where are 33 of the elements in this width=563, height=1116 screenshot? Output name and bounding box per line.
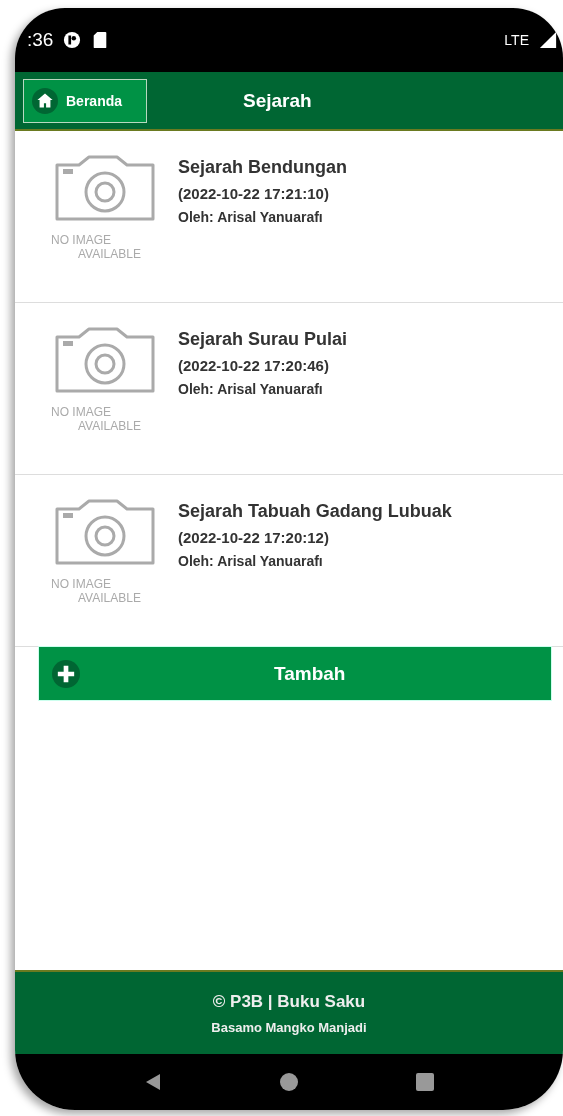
footer-copyright: © P3B | Buku Saku — [212, 991, 366, 1012]
item-author: Oleh: Arisal Yanuarafı — [178, 553, 324, 569]
no-image-label: AVAILABLE — [78, 419, 142, 433]
no-image-label: AVAILABLE — [78, 247, 142, 261]
no-image-label: NO IMAGE — [51, 233, 112, 247]
list-item[interactable]: NO IMAGE AVAILABLE Sejarah Bendungan (2022-10-22 17:21:10) Oleh: Arisal Yanuarafı — [15, 131, 563, 303]
item-date: (2022-10-22 17:20:12) — [178, 529, 330, 546]
status-time: :36 — [27, 29, 54, 51]
home-button[interactable]: Beranda — [23, 78, 147, 123]
camera-icon — [53, 499, 157, 567]
home-circle-icon[interactable] — [279, 1072, 299, 1092]
item-author: Oleh: Arisal Yanuarafı — [178, 381, 324, 397]
no-image-label: NO IMAGE — [51, 577, 112, 591]
item-title: Sejarah Tabuah Gadang Lubuak — [178, 501, 452, 522]
plus-icon — [52, 659, 80, 688]
item-title: Sejarah Surau Pulai — [178, 329, 348, 350]
item-title: Sejarah Bendungan — [178, 157, 348, 178]
item-date: (2022-10-22 17:21:10) — [178, 185, 330, 202]
home-icon — [32, 87, 58, 114]
notification-icon — [63, 31, 82, 49]
page-title: Sejarah — [243, 89, 312, 112]
item-author: Oleh: Arisal Yanuarafı — [178, 209, 324, 225]
no-image-label: NO IMAGE — [51, 405, 112, 419]
camera-icon — [53, 155, 157, 223]
network-label: LTE — [504, 32, 529, 48]
no-image-label: AVAILABLE — [78, 591, 142, 605]
signal-icon — [539, 31, 557, 49]
item-date: (2022-10-22 17:20:46) — [178, 357, 330, 374]
footer-tagline: Basamo Mangko Manjadi — [211, 1019, 367, 1035]
recents-icon[interactable] — [415, 1072, 435, 1092]
add-button[interactable]: Tambah — [38, 646, 552, 701]
list-item[interactable]: NO IMAGE AVAILABLE Sejarah Surau Pulai (2022-10-22 17:20:46) Oleh: Arisal Yanuarafı — [15, 303, 563, 475]
camera-icon — [53, 327, 157, 395]
